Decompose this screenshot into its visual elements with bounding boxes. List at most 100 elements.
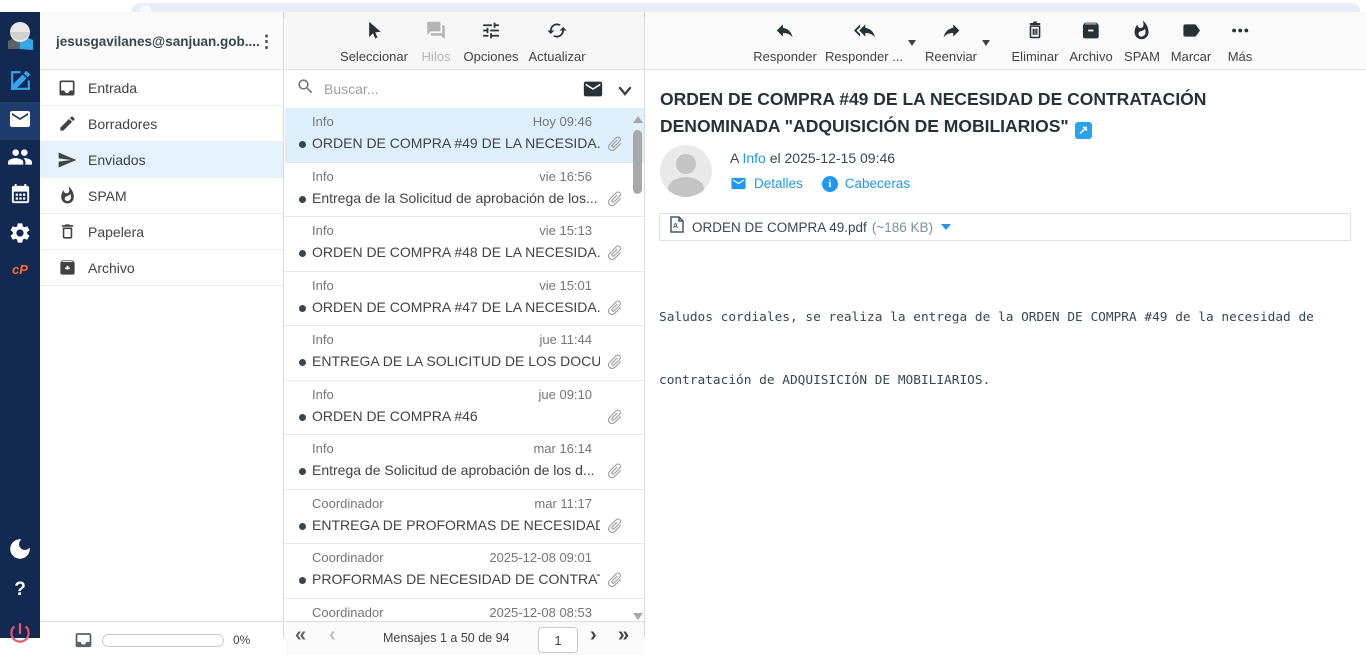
message-row[interactable]: Coordinador mar 11:17 ENTREGA DE PROFORM…	[285, 490, 644, 545]
forward-button[interactable]: Reenviar	[925, 20, 977, 64]
message-row[interactable]: Info vie 15:01 ORDEN DE COMPRA #47 DE LA…	[285, 272, 644, 327]
more-button[interactable]: Más	[1228, 20, 1253, 64]
reply-all-label: Responder ...	[825, 49, 903, 64]
folder-pane: jesusgavilanes@sanjuan.gob.... ⋮ Entrada…	[40, 12, 284, 638]
rail-item-calendar[interactable]	[0, 178, 40, 216]
folder-item-borradores[interactable]: Borradores	[40, 106, 283, 142]
list-scrollbar[interactable]	[631, 108, 644, 621]
more-label: Más	[1228, 49, 1253, 64]
recipient-line: A Info el 2025-12-15 09:46	[730, 150, 895, 166]
folder-item-enviados[interactable]: Enviados	[40, 142, 283, 178]
account-header: jesusgavilanes@sanjuan.gob.... ⋮	[40, 12, 283, 70]
paperclip-icon	[599, 404, 628, 433]
folder-label: SPAM	[88, 188, 127, 204]
compose-icon	[8, 68, 33, 98]
forward-dropdown-icon[interactable]	[982, 40, 990, 46]
rail-item-contacts[interactable]	[0, 140, 40, 178]
message-rows: Info Hoy 09:46 ORDEN DE COMPRA #49 DE LA…	[285, 108, 644, 621]
logout-icon	[7, 620, 33, 651]
delete-button[interactable]: Eliminar	[1012, 20, 1059, 64]
rail-item-mail[interactable]	[0, 102, 40, 140]
cpanel-icon: cP	[12, 262, 28, 277]
last-page-icon[interactable]: »	[618, 624, 629, 647]
options-label: Opciones	[464, 49, 519, 64]
message-row[interactable]: Coordinador 2025-12-08 08:53	[285, 599, 644, 622]
prev-page-icon[interactable]: ‹	[329, 624, 336, 647]
sogo-logo	[0, 12, 40, 64]
headers-link[interactable]: Cabeceras	[845, 176, 910, 191]
archive-label: Archivo	[1069, 49, 1112, 64]
message-date: 2025-12-08 08:53	[489, 605, 592, 620]
folder-item-spam[interactable]: SPAM	[40, 178, 283, 214]
dark-mode-icon	[7, 536, 33, 567]
search-scope-mail-icon[interactable]	[582, 78, 604, 105]
spam-button[interactable]: SPAM	[1124, 20, 1160, 64]
page-number-input[interactable]: 1	[538, 627, 578, 653]
kebab-menu-icon[interactable]: ⋮	[258, 32, 275, 52]
compose-button[interactable]	[0, 64, 40, 102]
next-page-icon[interactable]: ›	[590, 624, 597, 647]
message-sender: Coordinador	[312, 605, 384, 620]
threads-button[interactable]: Hilos	[422, 20, 451, 64]
folder-label: Papelera	[88, 224, 144, 240]
attachment-bar[interactable]: A ORDEN DE COMPRA 49.pdf (~186 KB)	[659, 213, 1351, 241]
search-input[interactable]	[324, 81, 574, 97]
message-subject: Entrega de la Solicitud de aprobación de…	[312, 190, 600, 206]
pencil-icon	[56, 114, 78, 133]
message-row[interactable]: Info Hoy 09:46 ORDEN DE COMPRA #49 DE LA…	[285, 108, 644, 163]
message-date: Hoy 09:46	[533, 114, 592, 129]
logout-button[interactable]	[0, 620, 40, 651]
archive-button[interactable]: Archivo	[1069, 20, 1112, 64]
options-button[interactable]: Opciones	[464, 20, 519, 64]
message-sender: Info	[312, 332, 334, 347]
recipient-link[interactable]: Info	[742, 150, 765, 166]
attachment-dropdown-icon[interactable]	[941, 224, 951, 230]
reader-pane: Responder Responder ... Reenviar Elimina…	[646, 12, 1366, 638]
help-button[interactable]: ?	[0, 579, 40, 601]
attachment-size: (~186 KB)	[872, 220, 933, 235]
unread-dot-icon	[299, 577, 306, 584]
message-subject: ENTREGA DE PROFORMAS DE NECESIDAD ...	[312, 517, 600, 533]
message-row[interactable]: Info jue 09:10 ORDEN DE COMPRA #46	[285, 381, 644, 436]
svg-text:A: A	[673, 223, 678, 230]
message-row[interactable]: Coordinador 2025-12-08 09:01 PROFORMAS D…	[285, 544, 644, 599]
settings-icon	[8, 221, 32, 250]
label-icon	[1180, 20, 1201, 46]
open-popup-icon[interactable]: ↗	[1075, 122, 1092, 139]
quota-bar: 0%	[40, 621, 283, 655]
rail-item-settings[interactable]	[0, 216, 40, 254]
mark-label: Marcar	[1171, 49, 1211, 64]
folder-item-entrada[interactable]: Entrada	[40, 70, 283, 106]
message-row[interactable]: Info jue 11:44 ENTREGA DE LA SOLICITUD D…	[285, 326, 644, 381]
reply-all-button[interactable]: Responder ...	[825, 20, 903, 64]
chevron-down-icon[interactable]	[618, 83, 632, 101]
mail-icon	[8, 107, 32, 136]
reply-all-icon	[853, 20, 874, 46]
reply-all-dropdown-icon[interactable]	[908, 40, 916, 46]
paperclip-icon	[599, 131, 628, 160]
scroll-down-icon[interactable]	[633, 613, 643, 620]
folder-item-papelera[interactable]: Papelera	[40, 214, 283, 250]
details-mail-icon	[730, 175, 747, 192]
rail-item-cpanel[interactable]: cP	[0, 254, 40, 284]
more-icon	[1230, 20, 1251, 46]
first-page-icon[interactable]: «	[295, 624, 306, 647]
unread-dot-icon	[299, 468, 306, 475]
avatar	[660, 145, 712, 197]
refresh-button[interactable]: Actualizar	[528, 20, 585, 64]
unread-dot-icon	[299, 305, 306, 312]
message-row[interactable]: Info vie 15:13 ORDEN DE COMPRA #48 DE LA…	[285, 217, 644, 272]
mark-button[interactable]: Marcar	[1171, 20, 1211, 64]
folder-item-archivo[interactable]: Archivo	[40, 250, 283, 286]
message-body: Saludos cordiales, se realiza la entrega…	[659, 265, 1314, 433]
trash-icon	[56, 222, 78, 241]
details-link[interactable]: Detalles	[754, 176, 803, 191]
scrollbar-thumb[interactable]	[633, 130, 642, 194]
reply-button[interactable]: Responder	[753, 20, 817, 64]
message-row[interactable]: Info vie 16:56 Entrega de la Solicitud d…	[285, 163, 644, 218]
message-row[interactable]: Info mar 16:14 Entrega de Solicitud de a…	[285, 435, 644, 490]
select-button[interactable]: Seleccionar	[340, 20, 408, 64]
scroll-up-icon[interactable]	[633, 116, 643, 123]
message-sender: Info	[312, 223, 334, 238]
dark-mode-button[interactable]	[0, 536, 40, 567]
